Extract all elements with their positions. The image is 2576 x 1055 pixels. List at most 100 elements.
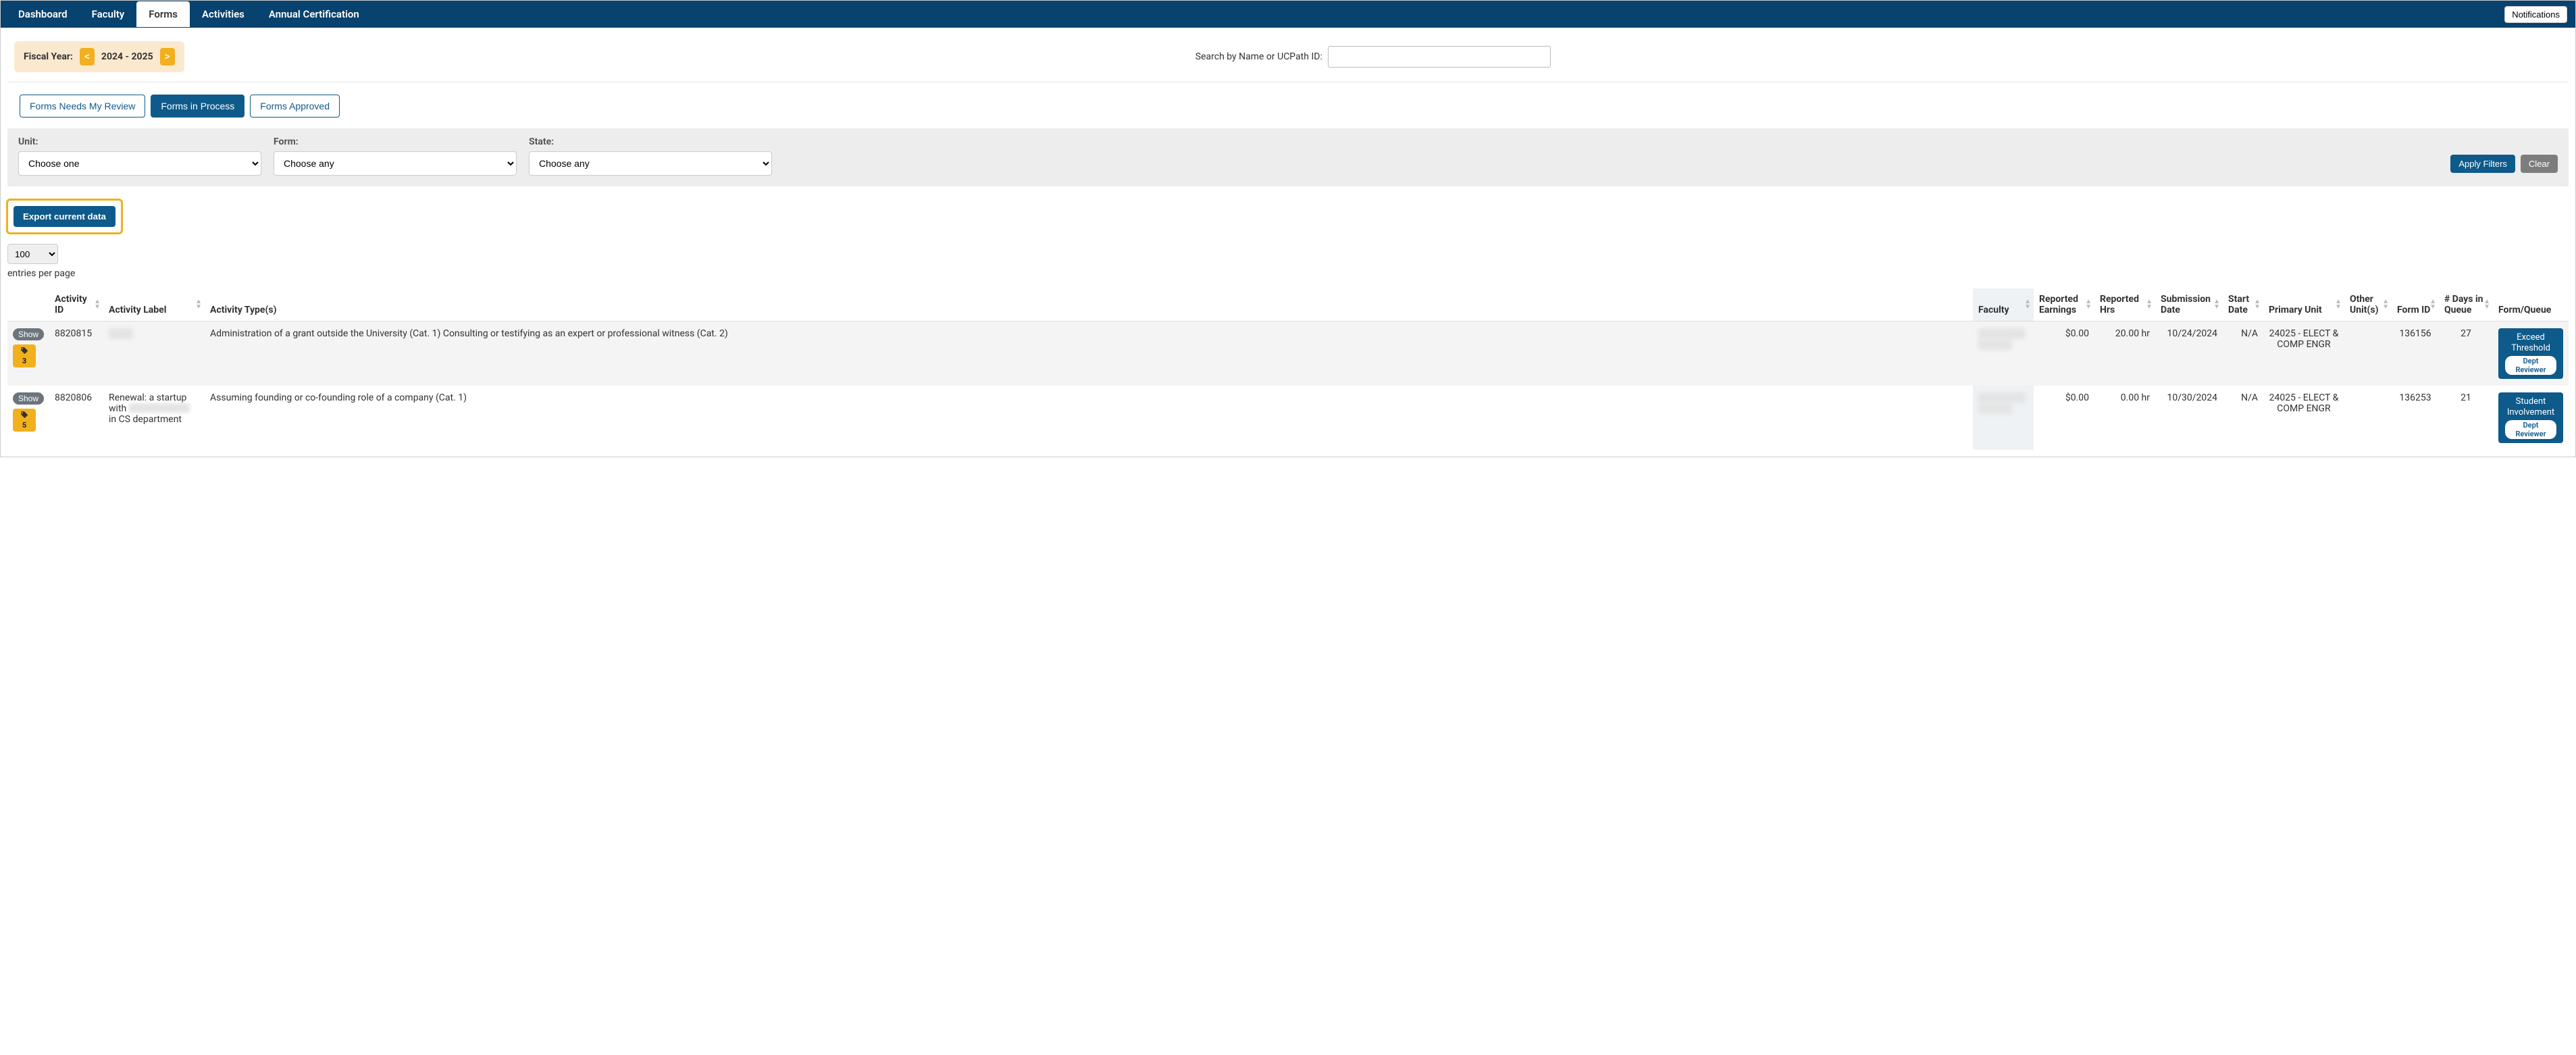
nav-tab-faculty[interactable]: Faculty [80,1,137,27]
col-activity-types[interactable]: Activity Type(s) [205,288,1973,321]
cell-submission-date: 10/24/2024 [2155,321,2223,386]
attachments-count: 5 [22,421,26,430]
cell-reported-hrs: 0.00 hr [2094,386,2155,450]
table-row: Show 5 8820806 Renewal: a startup with x… [7,386,2569,450]
fiscal-year-value: 2024 - 2025 [101,51,153,62]
subtab-approved[interactable]: Forms Approved [250,95,340,118]
attachments-badge[interactable]: 3 [13,344,36,367]
notifications-button[interactable]: Notifications [2504,6,2567,23]
nav-tab-annual-certification[interactable]: Annual Certification [257,1,371,27]
fiscal-year-label: Fiscal Year: [24,51,73,62]
queue-sub-label: Dept Reviewer [2505,420,2556,439]
filter-form-label: Form: [274,136,517,147]
show-button[interactable]: Show [13,328,44,340]
cell-submission-date: 10/30/2024 [2155,386,2223,450]
cell-form-queue: Exceed Threshold Dept Reviewer [2493,321,2569,386]
filter-state-label: State: [529,136,772,147]
subtabs: Forms Needs My Review Forms in Process F… [1,82,2575,124]
col-reported-earnings[interactable]: Reported Earnings▲▼ [2034,288,2094,321]
export-highlight: Export current data [6,199,123,234]
col-activity-id[interactable]: Activity ID▲▼ [49,288,103,321]
cell-form-id: 136156 [2392,321,2439,386]
cell-faculty: xxxxxxxxxxxx [1973,386,2034,450]
filter-unit-label: Unit: [18,136,261,147]
sort-icon: ▲▼ [2213,299,2220,310]
col-other-units[interactable]: Other Unit(s)▲▼ [2344,288,2392,321]
fiscal-year-prev-button[interactable]: < [80,48,95,66]
tag-icon [20,411,29,420]
col-activity-label[interactable]: Activity Label▲▼ [103,288,205,321]
col-submission-date[interactable]: Submission Date▲▼ [2155,288,2223,321]
sort-icon: ▲▼ [2382,299,2389,310]
export-current-data-button[interactable]: Export current data [14,206,115,227]
cell-reported-earnings: $0.00 [2034,321,2094,386]
search-label: Search by Name or UCPath ID: [1195,51,1322,62]
col-actions [7,288,49,321]
sort-icon: ▲▼ [195,299,202,310]
sort-icon: ▲▼ [2335,299,2342,310]
col-reported-hrs[interactable]: Reported Hrs▲▼ [2094,288,2155,321]
fiscal-year-next-button[interactable]: > [160,48,175,66]
top-nav: Dashboard Faculty Forms Activities Annua… [1,1,2575,28]
attachments-badge[interactable]: 5 [13,409,36,432]
sort-icon: ▲▼ [2483,299,2490,310]
tag-icon [20,346,29,356]
attachments-count: 3 [22,357,26,365]
cell-other-units [2344,386,2392,450]
cell-activity-id: 8820806 [49,386,103,450]
cell-start-date: N/A [2223,321,2263,386]
cell-form-queue: Student Involvement Dept Reviewer [2493,386,2569,450]
col-primary-unit[interactable]: Primary Unit▲▼ [2263,288,2344,321]
nav-tab-activities[interactable]: Activities [190,1,257,27]
filter-bar: Unit: Choose one Form: Choose any State:… [7,128,2569,186]
cell-activity-label: xxx [103,321,205,386]
cell-days-in-queue: 21 [2439,386,2493,450]
queue-badge[interactable]: Exceed Threshold Dept Reviewer [2498,328,2563,379]
search-input[interactable] [1328,46,1551,68]
queue-badge[interactable]: Student Involvement Dept Reviewer [2498,392,2563,443]
queue-main-label: Student Involvement [2505,396,2556,417]
subtab-needs-review[interactable]: Forms Needs My Review [20,95,145,118]
table-header-row: Activity ID▲▼ Activity Label▲▼ Activity … [7,288,2569,321]
search-area: Search by Name or UCPath ID: [1195,46,1551,68]
table-row: Show 3 8820815 xxx Administration of a g… [7,321,2569,386]
filter-unit-select[interactable]: Choose one [18,151,261,176]
sort-icon: ▲▼ [2085,299,2092,310]
cell-start-date: N/A [2223,386,2263,450]
clear-filters-button[interactable]: Clear [2521,155,2558,173]
filter-state-select[interactable]: Choose any [529,151,772,176]
cell-reported-earnings: $0.00 [2034,386,2094,450]
nav-tab-dashboard[interactable]: Dashboard [6,1,80,27]
entries-per-page: 100 entries per page [1,234,2575,282]
fiscal-year-selector: Fiscal Year: < 2024 - 2025 > [14,41,184,72]
cell-days-in-queue: 27 [2439,321,2493,386]
col-form-queue[interactable]: Form/Queue [2493,288,2569,321]
col-days-in-queue[interactable]: # Days in Queue▲▼ [2439,288,2493,321]
cell-primary-unit: 24025 - ELECT & COMP ENGR [2263,386,2344,450]
nav-tab-forms[interactable]: Forms [136,1,190,27]
cell-form-id: 136253 [2392,386,2439,450]
col-form-id[interactable]: Form ID▲▼ [2392,288,2439,321]
cell-activity-label: Renewal: a startup with xxxxxxxxxx in CS… [103,386,205,450]
fiscal-search-row: Fiscal Year: < 2024 - 2025 > Search by N… [7,28,2569,82]
rows-per-page-select[interactable]: 100 [7,244,58,264]
sort-icon: ▲▼ [2254,299,2261,310]
cell-reported-hrs: 20.00 hr [2094,321,2155,386]
cell-primary-unit: 24025 - ELECT & COMP ENGR [2263,321,2344,386]
apply-filters-button[interactable]: Apply Filters [2450,155,2515,173]
queue-main-label: Exceed Threshold [2505,332,2556,353]
sort-icon: ▲▼ [2024,299,2031,310]
filter-form-select[interactable]: Choose any [274,151,517,176]
col-faculty[interactable]: Faculty▲▼ [1973,288,2034,321]
queue-sub-label: Dept Reviewer [2505,356,2556,375]
show-button[interactable]: Show [13,392,44,405]
cell-other-units [2344,321,2392,386]
sort-icon: ▲▼ [94,299,101,310]
entries-per-page-label: entries per page [7,268,2569,279]
cell-faculty: xxxxxxxxxxxx [1973,321,2034,386]
cell-activity-types: Administration of a grant outside the Un… [205,321,1973,386]
cell-activity-types: Assuming founding or co-founding role of… [205,386,1973,450]
subtab-in-process[interactable]: Forms in Process [151,95,244,118]
col-start-date[interactable]: Start Date▲▼ [2223,288,2263,321]
forms-table: Activity ID▲▼ Activity Label▲▼ Activity … [7,288,2569,450]
